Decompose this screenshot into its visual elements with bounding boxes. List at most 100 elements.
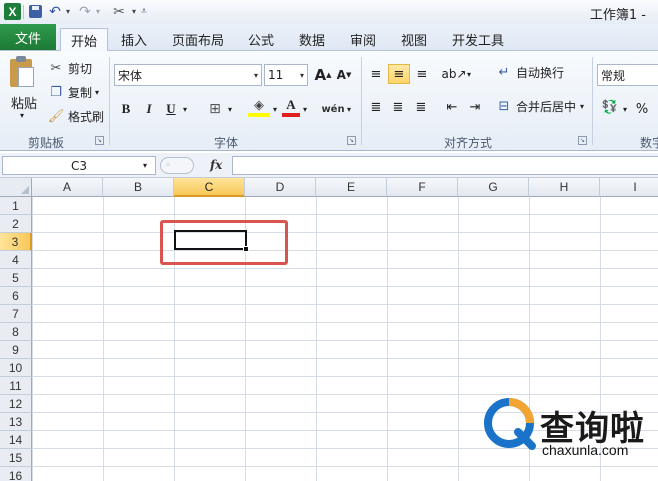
column-header-a[interactable]: A	[32, 178, 103, 197]
cut-button[interactable]: ✂ 剪切	[48, 58, 92, 78]
column-header-g[interactable]: G	[458, 178, 529, 197]
undo-dropdown-icon[interactable]: ▾	[64, 3, 72, 20]
wrap-text-button[interactable]: ↵ 自动换行	[496, 64, 564, 81]
align-bottom-icon[interactable]: ≡	[412, 64, 432, 84]
row-header-1[interactable]: 1	[0, 197, 32, 215]
alignment-launcher-icon[interactable]: ↘	[578, 136, 587, 145]
increase-indent-icon[interactable]: ⇥	[465, 97, 485, 117]
underline-dropdown-icon[interactable]: ▾	[181, 99, 189, 119]
accounting-format-icon[interactable]: 💱	[600, 97, 620, 117]
phonetic-guide-icon[interactable]: wén	[321, 99, 344, 119]
tab-developer[interactable]: 开发工具	[444, 28, 512, 50]
name-box-dropdown-icon[interactable]: ▾	[143, 161, 147, 170]
column-header-h[interactable]: H	[529, 178, 600, 197]
tools-dropdown-icon[interactable]: ▾	[130, 3, 138, 20]
tab-insert[interactable]: 插入	[113, 28, 155, 50]
copy-dropdown-icon[interactable]: ▾	[95, 88, 99, 97]
align-left-icon[interactable]: ≣	[366, 97, 386, 117]
font-name-select[interactable]: 宋体 ▾	[114, 64, 262, 86]
merge-dropdown-icon[interactable]: ▾	[580, 102, 584, 111]
customize-quick-access-icon[interactable]: ⩡	[139, 3, 149, 20]
align-top-icon[interactable]: ≡	[366, 64, 386, 84]
paste-dropdown-icon[interactable]: ▾	[20, 111, 24, 120]
row-header-6[interactable]: 6	[0, 287, 32, 305]
row-header-16[interactable]: 16	[0, 467, 32, 481]
decrease-indent-icon[interactable]: ⇤	[442, 97, 462, 117]
font-color-icon[interactable]: A	[282, 97, 300, 117]
column-header-c[interactable]: C	[174, 178, 245, 197]
tab-formulas[interactable]: 公式	[240, 28, 282, 50]
paste-icon[interactable]	[8, 55, 38, 89]
grow-font-button[interactable]: A ▲	[313, 65, 333, 85]
column-header-f[interactable]: F	[387, 178, 458, 197]
tab-review[interactable]: 审阅	[342, 28, 384, 50]
borders-dropdown-icon[interactable]: ▾	[226, 99, 234, 119]
paste-button-label[interactable]: 粘贴	[11, 93, 37, 112]
font-size-select[interactable]: 11 ▾	[264, 64, 308, 86]
bold-button[interactable]: B	[116, 99, 136, 119]
row-header-4[interactable]: 4	[0, 251, 32, 269]
row-header-9[interactable]: 9	[0, 341, 32, 359]
watermark-url: chaxunla.com	[542, 442, 629, 458]
column-header-e[interactable]: E	[316, 178, 387, 197]
borders-icon[interactable]: ⊞	[206, 99, 224, 119]
align-middle-icon[interactable]: ≡	[388, 64, 410, 84]
clipboard-launcher-icon[interactable]: ↘	[95, 136, 104, 145]
ribbon-home: 粘贴 ▾ ✂ 剪切 ❐ 复制 ▾ 🖌 格式刷 剪贴板 ↘ 宋体 ▾ 11 ▾ A…	[0, 51, 658, 151]
fill-color-dropdown-icon[interactable]: ▾	[271, 99, 279, 119]
tab-page-layout[interactable]: 页面布局	[163, 28, 233, 50]
undo-icon[interactable]: ↶	[48, 3, 62, 20]
select-all-button[interactable]	[0, 178, 32, 197]
formula-input[interactable]	[232, 156, 658, 175]
font-name-value: 宋体	[118, 68, 143, 83]
number-format-select[interactable]: 常规	[597, 64, 658, 86]
insert-function-icon[interactable]: fx	[210, 158, 222, 172]
row-header-3[interactable]: 3	[0, 233, 32, 251]
column-header-i[interactable]: I	[600, 178, 658, 197]
column-header-d[interactable]: D	[245, 178, 316, 197]
orientation-dropdown-icon[interactable]: ▾	[465, 64, 473, 84]
tab-data[interactable]: 数据	[291, 28, 333, 50]
name-box[interactable]: C3	[2, 156, 156, 175]
wrap-text-label: 自动换行	[516, 66, 565, 80]
row-header-7[interactable]: 7	[0, 305, 32, 323]
row-header-2[interactable]: 2	[0, 215, 32, 233]
percent-style-button[interactable]: %	[634, 99, 650, 119]
align-right-icon[interactable]: ≣	[411, 97, 431, 117]
tab-view[interactable]: 视图	[393, 28, 435, 50]
annotation-highlight-box	[160, 220, 288, 265]
redo-dropdown-icon[interactable]: ▾	[94, 3, 102, 20]
row-header-8[interactable]: 8	[0, 323, 32, 341]
row-header-10[interactable]: 10	[0, 359, 32, 377]
column-header-b[interactable]: B	[103, 178, 174, 197]
row-header-14[interactable]: 14	[0, 431, 32, 449]
group-separator	[109, 57, 110, 145]
row-header-11[interactable]: 11	[0, 377, 32, 395]
redo-icon[interactable]: ↷	[78, 3, 92, 20]
row-header-15[interactable]: 15	[0, 449, 32, 467]
format-painter-button[interactable]: 🖌 格式刷	[48, 106, 104, 126]
tab-file[interactable]: 文件	[0, 24, 56, 50]
row-header-5[interactable]: 5	[0, 269, 32, 287]
underline-button[interactable]: U	[162, 99, 180, 119]
font-launcher-icon[interactable]: ↘	[347, 136, 356, 145]
font-color-dropdown-icon[interactable]: ▾	[301, 99, 309, 119]
tools-icon[interactable]: ✂	[110, 3, 128, 20]
fill-color-icon[interactable]: ◈	[248, 97, 270, 117]
copy-button[interactable]: ❐ 复制 ▾	[48, 82, 99, 102]
italic-button[interactable]: I	[140, 99, 158, 119]
excel-logo-icon[interactable]: X	[4, 3, 21, 20]
copy-icon: ❐	[50, 84, 62, 100]
align-center-icon[interactable]: ≣	[388, 97, 408, 117]
accounting-dropdown-icon[interactable]: ▾	[621, 99, 629, 119]
phonetic-dropdown-icon[interactable]: ▾	[345, 99, 353, 119]
window-title: 工作簿1 -	[589, 8, 646, 23]
merge-center-button[interactable]: ⊟ 合并后居中 ▾	[496, 98, 584, 115]
row-header-13[interactable]: 13	[0, 413, 32, 431]
font-group-label: 字体	[213, 136, 238, 150]
row-header-12[interactable]: 12	[0, 395, 32, 413]
save-icon[interactable]	[28, 3, 43, 20]
shrink-font-button[interactable]: A ▼	[335, 65, 353, 85]
orientation-icon[interactable]: ab↗	[441, 64, 466, 84]
tab-home[interactable]: 开始	[60, 28, 108, 51]
